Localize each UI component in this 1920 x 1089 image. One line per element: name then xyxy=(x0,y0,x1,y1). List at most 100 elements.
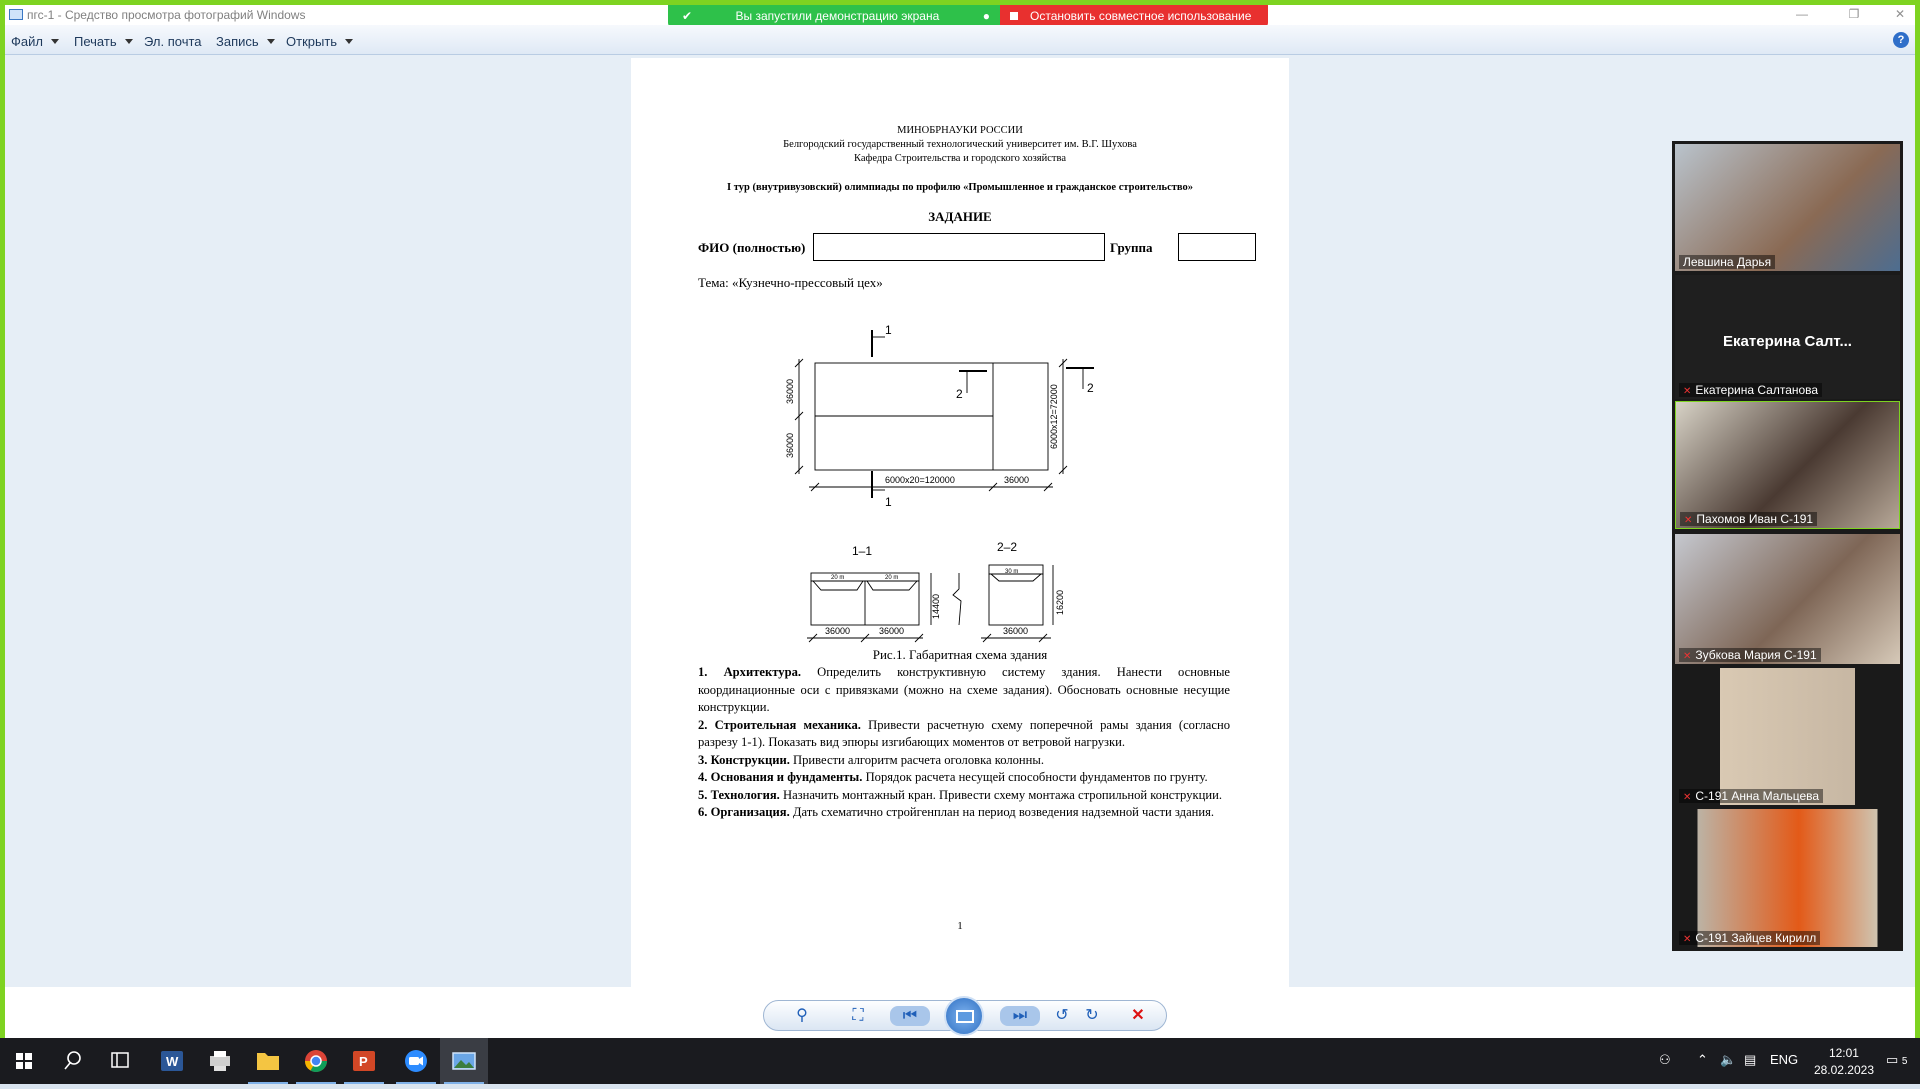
task-item: 4. Основания и фундаменты. Порядок расче… xyxy=(698,769,1230,787)
previous-button[interactable]: ⏮ xyxy=(890,1006,930,1026)
start-button[interactable] xyxy=(0,1038,48,1084)
stop-share-button[interactable]: Остановить совместное использование xyxy=(1000,5,1268,27)
participant-tile[interactable]: Екатерина Салт... ✕ Екатерина Салтанова xyxy=(1675,275,1900,399)
topic-line: Тема: «Кузнечно-прессовый цех» xyxy=(698,275,883,290)
zoom-icon[interactable]: ⚲ xyxy=(790,1006,814,1026)
task-head: 4. Основания и фундаменты. xyxy=(698,770,863,784)
participant-tile[interactable]: ✕ Пахомов Иван С-191 xyxy=(1675,401,1900,529)
word-app-button[interactable]: W xyxy=(148,1038,196,1084)
search-button[interactable] xyxy=(48,1038,96,1084)
powerpoint-button[interactable]: P xyxy=(340,1038,388,1084)
video-participants-panel: Левшина Дарья Екатерина Салт... ✕ Екатери… xyxy=(1672,141,1903,951)
search-icon xyxy=(64,1051,81,1070)
chrome-icon xyxy=(305,1050,327,1072)
task-text: Назначить монтажный кран. Привести схему… xyxy=(779,787,1222,802)
task-item: 2. Строительная механика. Привести расче… xyxy=(698,717,1230,752)
menu-burn[interactable]: Запись xyxy=(216,34,275,49)
participant-name: ✕ С-191 Анна Мальцева xyxy=(1679,789,1824,803)
participant-name-text: С-191 Анна Мальцева xyxy=(1695,789,1820,803)
clock[interactable]: 12:01 28.02.2023 xyxy=(1814,1045,1874,1079)
share-status: ✔ Вы запустили демонстрацию экрана ● xyxy=(668,5,1000,27)
chrome-button[interactable] xyxy=(292,1038,340,1084)
menu-email-label: Эл. почта xyxy=(144,34,202,49)
height-1-1: 14400 xyxy=(931,594,941,619)
participant-tile[interactable]: Левшина Дарья xyxy=(1675,144,1900,271)
menu-file[interactable]: Файл xyxy=(11,34,59,49)
file-explorer-button[interactable] xyxy=(244,1038,292,1084)
windows-taskbar: W P ⚇ ⌃ 🔈 ▤ ENG 12:01 28.02.2023 ▭ 5 xyxy=(0,1038,1920,1084)
section-1-label-bottom: 1 xyxy=(885,495,892,509)
muted-mic-icon: ✕ xyxy=(1683,934,1692,945)
notifications-icon[interactable]: ▭ 5 xyxy=(1886,1052,1907,1068)
task-view-button[interactable] xyxy=(96,1038,144,1084)
menu-bar: Файл Печать Эл. почта Запись Открыть ? xyxy=(5,25,1915,55)
close-window-button[interactable]: ✕ xyxy=(1885,6,1915,24)
network-icon[interactable]: ▤ xyxy=(1744,1052,1756,1068)
dim-right: 6000х12=72000 xyxy=(1049,384,1059,449)
participant-name: Левшина Дарья xyxy=(1679,255,1776,269)
people-icon[interactable]: ⚇ xyxy=(1659,1052,1671,1068)
task-list: 1. Архитектура. Определить конструктивну… xyxy=(698,664,1230,822)
chevron-up-icon[interactable]: ⌃ xyxy=(1697,1052,1708,1068)
actual-size-icon[interactable]: ⛶ xyxy=(846,1006,870,1026)
tool-app-button[interactable] xyxy=(196,1038,244,1084)
participant-name: ✕ С-191 Зайцев Кирилл xyxy=(1679,931,1821,945)
task-item: 5. Технология. Назначить монтажный кран.… xyxy=(698,787,1230,805)
next-button[interactable]: ⏭ xyxy=(1000,1006,1040,1026)
participant-tile[interactable]: ✕ С-191 Анна Мальцева xyxy=(1675,668,1900,805)
minimize-button[interactable]: — xyxy=(1787,6,1817,24)
participant-tile[interactable]: ✕ С-191 Зайцев Кирилл xyxy=(1675,809,1900,947)
participant-name-text: С-191 Зайцев Кирилл xyxy=(1695,931,1817,945)
help-icon[interactable]: ? xyxy=(1893,32,1909,48)
rotate-right-icon[interactable]: ↻ xyxy=(1080,1006,1104,1026)
task-head: 2. Строительная механика. xyxy=(698,717,861,732)
menu-print[interactable]: Печать xyxy=(74,34,133,49)
group-label: Группа xyxy=(1110,240,1153,255)
photo-viewer-app-icon xyxy=(9,9,23,20)
playback-controls: ⚲ ⛶ ⏮ ⏭ ↺ ↻ ✕ xyxy=(763,996,1167,1036)
task-head: 5. Технология. xyxy=(698,787,780,802)
muted-mic-icon: ✕ xyxy=(1683,651,1692,662)
chevron-down-icon xyxy=(124,39,133,44)
fio-label: ФИО (полностью) xyxy=(698,240,806,255)
stop-icon xyxy=(1010,12,1018,20)
delete-icon[interactable]: ✕ xyxy=(1126,1006,1150,1026)
chevron-down-icon xyxy=(50,39,59,44)
participant-name-text: Пахомов Иван С-191 xyxy=(1696,512,1814,526)
svg-text:P: P xyxy=(359,1054,368,1069)
height-2-2: 16200 xyxy=(1055,590,1065,615)
photo-viewer-window: пгс-1 - Средство просмотра фотографий Wi… xyxy=(0,0,1920,1084)
task-item: 1. Архитектура. Определить конструктивну… xyxy=(698,664,1230,717)
task-head: 6. Организация. xyxy=(698,805,790,819)
pin-icon: ✔ xyxy=(682,9,693,23)
fio-field xyxy=(813,233,1105,261)
participant-name-text: Екатерина Салтанова xyxy=(1695,383,1819,397)
university-line: Белгородский государственный технологиче… xyxy=(783,139,1137,150)
participant-name: ✕ Пахомов Иван С-191 xyxy=(1680,512,1818,526)
zoom-app-button[interactable] xyxy=(392,1038,440,1084)
section-2-2-title: 2–2 xyxy=(997,540,1017,554)
participant-tile[interactable]: ✕ Зубкова Мария С-191 xyxy=(1675,534,1900,664)
photo-viewer-taskbar-button[interactable] xyxy=(440,1038,488,1084)
stop-share-label: Остановить совместное использование xyxy=(1030,9,1252,23)
tour-line: I тур (внутривузовский) олимпиады по про… xyxy=(727,182,1193,193)
volume-icon[interactable]: 🔈 xyxy=(1720,1052,1736,1068)
menu-open[interactable]: Открыть xyxy=(286,34,354,49)
language-indicator[interactable]: ENG xyxy=(1770,1052,1798,1067)
slideshow-button[interactable] xyxy=(944,996,984,1036)
notification-count: 5 xyxy=(1901,1056,1908,1067)
task-item: 3. Конструкции. Привести алгоритм расчет… xyxy=(698,752,1230,770)
dim-bottom-long: 6000х20=120000 xyxy=(885,475,955,485)
span-30m: 30 m xyxy=(1005,569,1018,575)
dim-bottom-short: 36000 xyxy=(1004,475,1029,485)
muted-mic-icon: ✕ xyxy=(1683,386,1692,397)
rotate-left-icon[interactable]: ↺ xyxy=(1050,1006,1074,1026)
participant-big-label: Екатерина Салт... xyxy=(1723,333,1852,350)
svg-text:W: W xyxy=(166,1054,179,1069)
maximize-button[interactable]: ❐ xyxy=(1839,6,1869,24)
clock-time: 12:01 xyxy=(1828,1046,1859,1060)
menu-email[interactable]: Эл. почта xyxy=(144,34,202,49)
task-head: 3. Конструкции. xyxy=(698,752,790,767)
span-20m-b: 20 m xyxy=(885,575,898,581)
folder-icon xyxy=(257,1053,279,1070)
